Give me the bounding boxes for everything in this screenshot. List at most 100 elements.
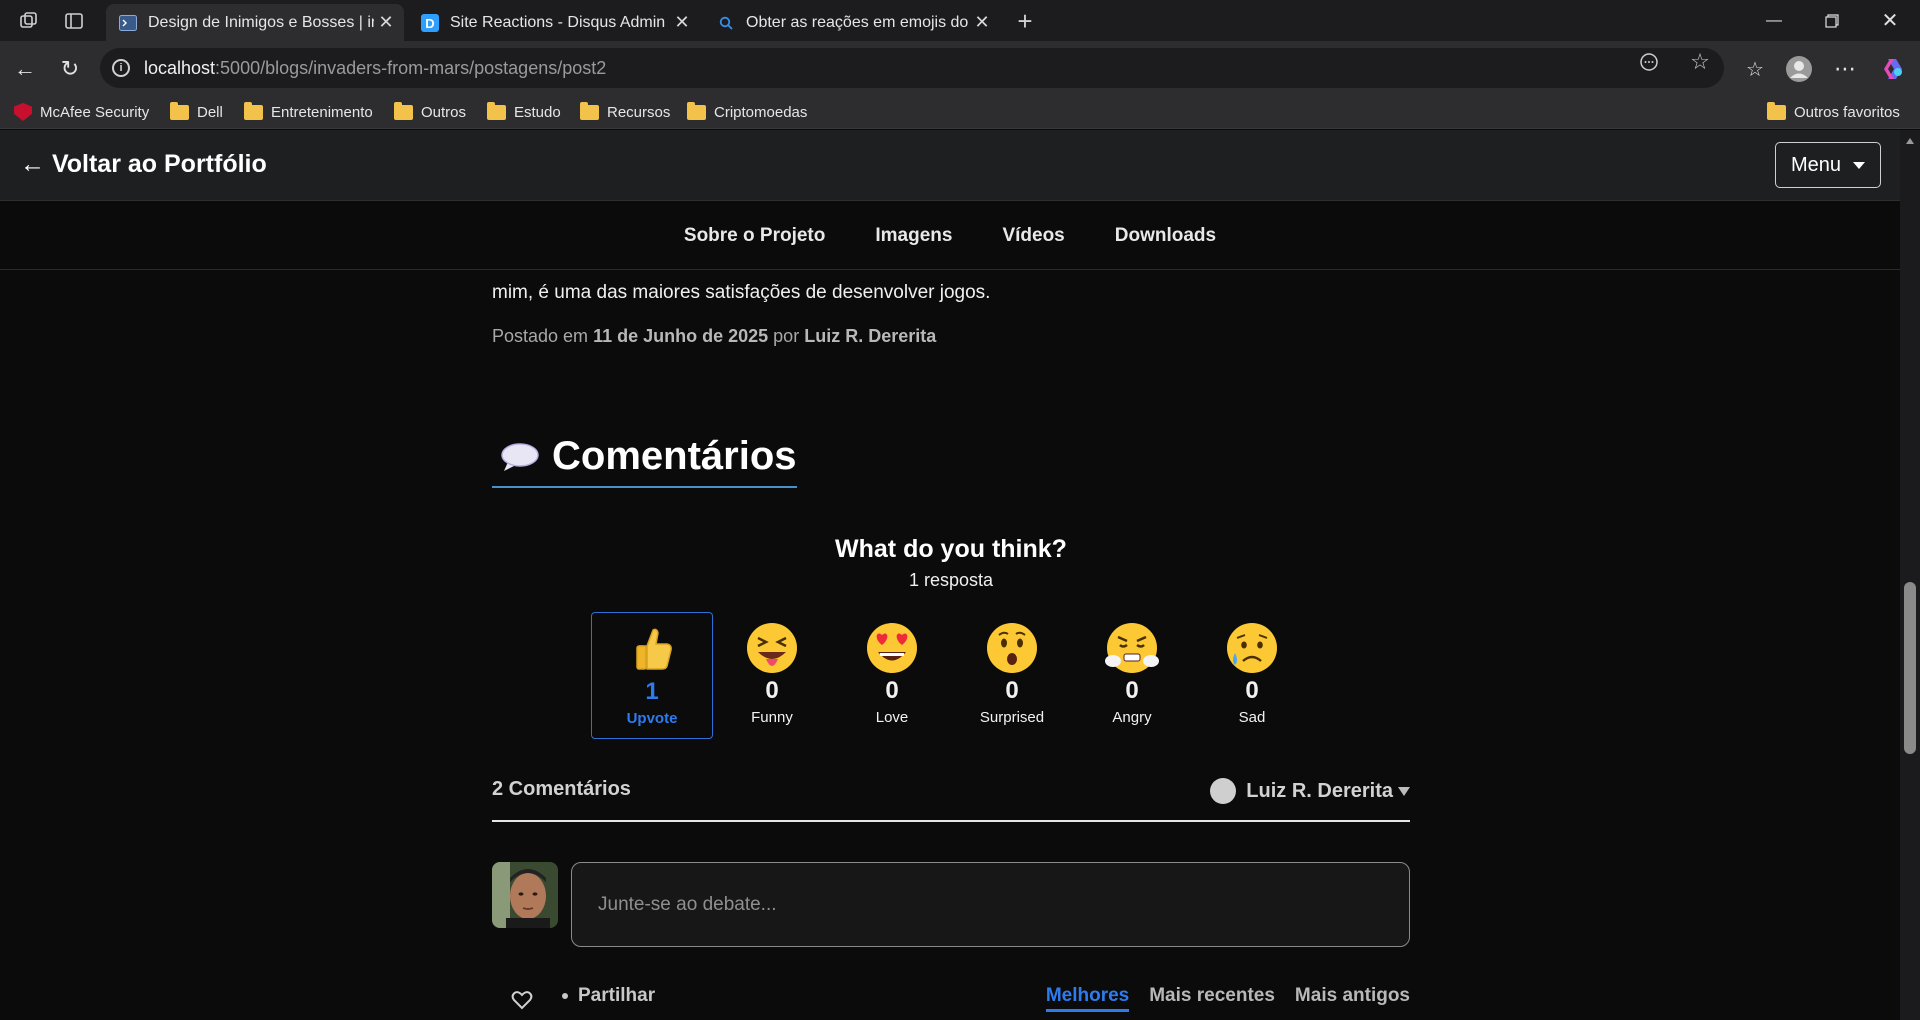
reaction-surprised[interactable]: 0 Surprised (951, 612, 1073, 739)
reaction-angry[interactable]: 0 Angry (1071, 612, 1193, 739)
web-page: ← Voltar ao Portfólio Menu Sobre o Proje… (0, 130, 1920, 1020)
reading-mode-icon[interactable] (1637, 50, 1661, 74)
nav-downloads[interactable]: Downloads (1115, 225, 1216, 247)
favorite-star-icon[interactable]: ☆ (1688, 49, 1712, 74)
folder-icon (394, 101, 413, 120)
browser-tab-bar: Design de Inimigos e Bosses | invaders-f… (0, 0, 1920, 41)
bullet-icon (562, 993, 568, 999)
bookmark-mcafee[interactable]: McAfee Security (14, 100, 149, 124)
reaction-count: 0 (1245, 677, 1259, 704)
page-scrollbar[interactable] (1900, 130, 1920, 1020)
caret-down-icon (1853, 161, 1866, 169)
comments-count-row: 2 Comentários Luiz R. Dererita (492, 778, 1410, 822)
svg-text:D: D (425, 16, 434, 31)
bookmark-other-favorites[interactable]: Outros favoritos (1767, 100, 1900, 124)
close-window-icon[interactable]: ✕ (1861, 0, 1919, 41)
bookmark-estudo[interactable]: Estudo (487, 100, 561, 124)
vertical-tabs-icon[interactable] (61, 8, 87, 34)
article-text: mim, é uma das maiores satisfações de de… (492, 282, 991, 303)
menu-button[interactable]: Menu (1775, 142, 1881, 188)
bookmarks-bar: McAfee Security Dell Entretenimento Outr… (0, 95, 1920, 129)
bookmark-entretenimento[interactable]: Entretenimento (244, 100, 373, 124)
nav-videos[interactable]: Vídeos (1002, 225, 1064, 247)
profile-icon[interactable] (1784, 54, 1814, 84)
restore-icon[interactable] (1803, 0, 1861, 41)
search-icon (716, 13, 736, 33)
copilot-icon[interactable] (1878, 54, 1908, 84)
reaction-label: Love (875, 709, 909, 726)
tab-search[interactable]: Obter as reações em emojis do disqus ✕ (704, 4, 1000, 41)
reaction-love[interactable]: 0 Love (831, 612, 953, 739)
back-icon[interactable]: ← (10, 54, 40, 84)
favorites-icon[interactable]: ☆ (1740, 54, 1770, 84)
more-options-icon[interactable]: ⋯ (1830, 54, 1860, 84)
back-to-portfolio-link[interactable]: ← Voltar ao Portfólio (20, 150, 267, 179)
url-input[interactable]: i localhost:5000/blogs/invaders-from-mar… (100, 48, 1724, 88)
speech-bubble-icon (500, 442, 540, 471)
avatar[interactable] (492, 862, 558, 928)
sort-options: Melhores Mais recentes Mais antigos (1026, 985, 1410, 1012)
reaction-label: Upvote (626, 710, 678, 727)
minimize-icon[interactable]: — (1745, 0, 1803, 41)
reaction-sad[interactable]: 0 Sad (1191, 612, 1313, 739)
bookmark-outros[interactable]: Outros (394, 100, 466, 124)
funny-face-icon (747, 623, 797, 673)
bookmark-recursos[interactable]: Recursos (580, 100, 670, 124)
sort-oldest[interactable]: Mais antigos (1295, 985, 1410, 1012)
folder-icon (487, 101, 506, 120)
tab-title: Design de Inimigos e Bosses | invaders-f… (148, 13, 374, 31)
comments-footer: Partilhar Melhores Mais recentes Mais an… (492, 985, 1410, 1015)
close-tab-icon[interactable]: ✕ (970, 11, 994, 35)
user-menu[interactable]: Luiz R. Dererita (1210, 778, 1410, 804)
reload-icon[interactable]: ↻ (55, 54, 85, 84)
surprised-face-icon (987, 623, 1037, 673)
workspaces-icon[interactable] (16, 8, 42, 34)
mcafee-icon (14, 103, 32, 121)
new-tab-icon[interactable]: + (1012, 6, 1038, 36)
post-meta: Postado em 11 de Junho de 2025 por Luiz … (492, 326, 937, 346)
bookmark-criptomoedas[interactable]: Criptomoedas (687, 100, 807, 124)
close-tab-icon[interactable]: ✕ (670, 11, 694, 35)
reaction-count: 0 (885, 677, 899, 704)
reaction-label: Funny (751, 709, 793, 726)
tab-title: Site Reactions - Disqus Admin (450, 13, 666, 31)
scroll-up-icon[interactable] (1906, 138, 1914, 144)
chat-bubble-icon (1210, 778, 1237, 804)
disqus-icon: D (420, 13, 440, 33)
tab-disqus[interactable]: D Site Reactions - Disqus Admin ✕ (408, 4, 700, 41)
post-author: Luiz R. Dererita (804, 326, 937, 346)
close-tab-icon[interactable]: ✕ (374, 11, 398, 35)
reaction-label: Surprised (979, 709, 1045, 726)
site-info-icon[interactable]: i (112, 59, 130, 77)
comment-input[interactable]: Junte-se ao debate... (571, 862, 1410, 947)
reaction-label: Sad (1238, 709, 1266, 726)
reaction-count: 0 (765, 677, 779, 704)
reaction-label: Angry (1112, 709, 1152, 726)
reaction-funny[interactable]: 0 Funny (711, 612, 833, 739)
reaction-upvote[interactable]: 1 Upvote (591, 612, 713, 739)
project-nav: Sobre o Projeto Imagens Vídeos Downloads (0, 202, 1900, 270)
bookmark-dell[interactable]: Dell (170, 100, 223, 124)
sort-newest[interactable]: Mais recentes (1149, 985, 1275, 1012)
menu-label: Menu (1790, 153, 1842, 176)
comments-title: Comentários (552, 433, 797, 478)
heart-eyes-icon (867, 623, 917, 673)
site-header: ← Voltar ao Portfólio Menu (0, 130, 1900, 201)
heart-icon[interactable] (510, 988, 534, 1012)
folder-icon (1767, 101, 1786, 120)
comments-heading: Comentários (492, 430, 797, 488)
tab-title: Obter as reações em emojis do disqus (746, 13, 970, 31)
post-date: 11 de Junho de 2025 (593, 326, 769, 346)
folder-icon (580, 101, 599, 120)
nav-imagens[interactable]: Imagens (875, 225, 952, 247)
share-button[interactable]: Partilhar (562, 985, 655, 1007)
sort-best[interactable]: Melhores (1045, 985, 1130, 1012)
reaction-count: 0 (1125, 677, 1139, 704)
reaction-count: 1 (645, 678, 659, 705)
caret-down-icon (1398, 786, 1410, 796)
tab-active[interactable]: Design de Inimigos e Bosses | invaders-f… (106, 4, 404, 41)
reactions-title: What do you think? (835, 535, 1067, 563)
scrollbar-thumb[interactable] (1904, 582, 1916, 754)
url-text: localhost:5000/blogs/invaders-from-mars/… (144, 57, 607, 78)
nav-sobre-o-projeto[interactable]: Sobre o Projeto (684, 225, 825, 247)
